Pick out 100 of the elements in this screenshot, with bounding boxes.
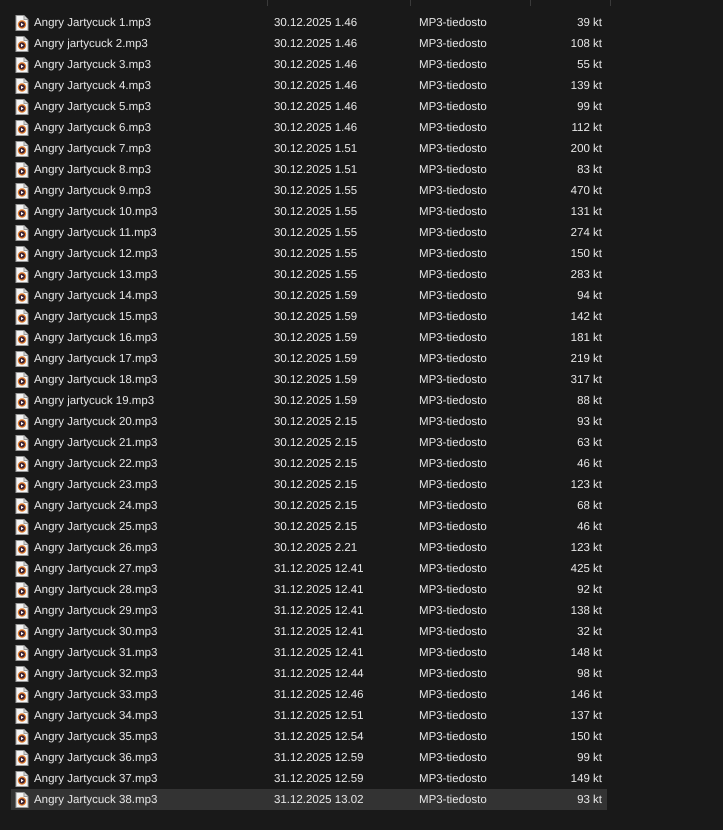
file-row[interactable]: Angry Jartycuck 36.mp3 31.12.2025 12.59 MP3-tiedosto 99 kt (11, 747, 607, 768)
file-row[interactable]: Angry Jartycuck 16.mp3 30.12.2025 1.59 MP3-tiedosto 181 kt (11, 327, 607, 348)
file-size: 93 kt (576, 416, 603, 428)
file-row[interactable]: Angry Jartycuck 25.mp3 30.12.2025 2.15 MP3-tiedosto 46 kt (11, 516, 607, 537)
file-type: MP3-tiedosto (418, 416, 488, 428)
audio-file-icon (15, 708, 29, 724)
file-row[interactable]: Angry Jartycuck 30.mp3 31.12.2025 12.41 MP3-tiedosto 32 kt (11, 621, 607, 642)
file-row[interactable]: Angry Jartycuck 32.mp3 31.12.2025 12.44 MP3-tiedosto 98 kt (11, 663, 607, 684)
modified-date: 30.12.2025 1.59 (273, 290, 358, 302)
modified-date: 30.12.2025 2.15 (273, 458, 358, 470)
file-type: MP3-tiedosto (418, 268, 488, 280)
file-row[interactable]: Angry Jartycuck 28.mp3 31.12.2025 12.41 MP3-tiedosto 92 kt (11, 579, 607, 600)
file-row[interactable]: Angry Jartycuck 1.mp3 30.12.2025 1.46 MP3-tiedosto 39 kt (11, 12, 607, 33)
file-type: MP3-tiedosto (418, 100, 488, 112)
file-size: 99 kt (576, 100, 603, 112)
file-row[interactable]: Angry Jartycuck 21.mp3 30.12.2025 2.15 MP3-tiedosto 63 kt (11, 432, 607, 453)
file-name: Angry Jartycuck 29.mp3 (34, 604, 158, 616)
file-row[interactable]: Angry Jartycuck 20.mp3 30.12.2025 2.15 MP3-tiedosto 93 kt (11, 411, 607, 432)
file-row[interactable]: Angry Jartycuck 12.mp3 30.12.2025 1.55 MP3-tiedosto 150 kt (11, 243, 607, 264)
file-type: MP3-tiedosto (418, 458, 488, 470)
file-row[interactable]: Angry Jartycuck 24.mp3 30.12.2025 2.15 MP3-tiedosto 68 kt (11, 495, 607, 516)
file-name: Angry Jartycuck 12.mp3 (34, 248, 158, 260)
file-type: MP3-tiedosto (418, 122, 488, 134)
file-size: 150 kt (570, 730, 603, 742)
modified-date: 31.12.2025 12.41 (273, 584, 365, 596)
file-name: Angry Jartycuck 33.mp3 (34, 688, 158, 700)
audio-file-icon (15, 78, 29, 94)
file-row[interactable]: Angry Jartycuck 37.mp3 31.12.2025 12.59 MP3-tiedosto 149 kt (11, 768, 607, 789)
file-name: Angry jartycuck 2.mp3 (34, 38, 148, 50)
audio-file-icon (15, 392, 29, 408)
file-type: MP3-tiedosto (418, 646, 488, 658)
file-row[interactable]: Angry Jartycuck 35.mp3 31.12.2025 12.54 MP3-tiedosto 150 kt (11, 726, 607, 747)
file-type: MP3-tiedosto (418, 478, 488, 490)
file-row[interactable]: Angry Jartycuck 6.mp3 30.12.2025 1.46 MP3-tiedosto 112 kt (11, 117, 607, 138)
audio-file-icon (15, 518, 29, 534)
modified-date: 30.12.2025 1.46 (273, 58, 358, 70)
file-name: Angry Jartycuck 18.mp3 (34, 374, 158, 386)
file-row[interactable]: Angry Jartycuck 14.mp3 30.12.2025 1.59 MP3-tiedosto 94 kt (11, 285, 607, 306)
file-type: MP3-tiedosto (418, 688, 488, 700)
file-row[interactable]: Angry Jartycuck 38.mp3 31.12.2025 13.02 MP3-tiedosto 93 kt (11, 789, 607, 810)
file-row[interactable]: Angry jartycuck 19.mp3 30.12.2025 1.59 MP3-tiedosto 88 kt (11, 390, 607, 411)
file-row[interactable]: Angry Jartycuck 18.mp3 30.12.2025 1.59 MP3-tiedosto 317 kt (11, 369, 607, 390)
file-row[interactable]: Angry Jartycuck 4.mp3 30.12.2025 1.46 MP3-tiedosto 139 kt (11, 75, 607, 96)
file-row[interactable]: Angry Jartycuck 5.mp3 30.12.2025 1.46 MP3-tiedosto 99 kt (11, 96, 607, 117)
file-name: Angry Jartycuck 13.mp3 (34, 268, 158, 280)
file-row[interactable]: Angry Jartycuck 11.mp3 30.12.2025 1.55 MP3-tiedosto 274 kt (11, 222, 607, 243)
file-row[interactable]: Angry Jartycuck 34.mp3 31.12.2025 12.51 MP3-tiedosto 137 kt (11, 705, 607, 726)
file-size: 63 kt (576, 436, 603, 448)
file-name: Angry Jartycuck 21.mp3 (34, 436, 158, 448)
file-row[interactable]: Angry Jartycuck 9.mp3 30.12.2025 1.55 MP3-tiedosto 470 kt (11, 180, 607, 201)
file-size: 83 kt (576, 164, 603, 176)
file-size: 32 kt (576, 626, 603, 638)
modified-date: 30.12.2025 1.55 (273, 248, 358, 260)
modified-date: 31.12.2025 12.44 (273, 668, 365, 680)
file-name: Angry Jartycuck 36.mp3 (34, 752, 158, 764)
modified-date: 31.12.2025 12.59 (273, 772, 365, 784)
file-type: MP3-tiedosto (418, 520, 488, 532)
modified-date: 30.12.2025 1.59 (273, 332, 358, 344)
audio-file-icon (15, 182, 29, 198)
file-row[interactable]: Angry Jartycuck 8.mp3 30.12.2025 1.51 MP3-tiedosto 83 kt (11, 159, 607, 180)
file-name: Angry Jartycuck 7.mp3 (34, 142, 151, 154)
file-name: Angry Jartycuck 31.mp3 (34, 646, 158, 658)
file-name: Angry Jartycuck 25.mp3 (34, 520, 158, 532)
file-size: 112 kt (570, 122, 603, 134)
file-row[interactable]: Angry Jartycuck 17.mp3 30.12.2025 1.59 MP3-tiedosto 219 kt (11, 348, 607, 369)
file-size: 94 kt (576, 290, 603, 302)
audio-file-icon (15, 308, 29, 324)
file-row[interactable]: Angry Jartycuck 31.mp3 31.12.2025 12.41 MP3-tiedosto 148 kt (11, 642, 607, 663)
file-row[interactable]: Angry jartycuck 2.mp3 30.12.2025 1.46 MP3-tiedosto 108 kt (11, 33, 607, 54)
audio-file-icon (15, 204, 29, 220)
file-name: Angry Jartycuck 16.mp3 (34, 332, 158, 344)
file-size: 92 kt (576, 584, 603, 596)
file-row[interactable]: Angry Jartycuck 3.mp3 30.12.2025 1.46 MP3-tiedosto 55 kt (11, 54, 607, 75)
file-size: 88 kt (576, 394, 603, 406)
file-row[interactable]: Angry Jartycuck 15.mp3 30.12.2025 1.59 MP3-tiedosto 142 kt (11, 306, 607, 327)
file-row[interactable]: Angry Jartycuck 33.mp3 31.12.2025 12.46 MP3-tiedosto 146 kt (11, 684, 607, 705)
file-name: Angry Jartycuck 5.mp3 (34, 100, 151, 112)
file-name: Angry Jartycuck 32.mp3 (34, 668, 158, 680)
file-row[interactable]: Angry Jartycuck 29.mp3 31.12.2025 12.41 MP3-tiedosto 138 kt (11, 600, 607, 621)
file-row[interactable]: Angry Jartycuck 13.mp3 30.12.2025 1.55 MP3-tiedosto 283 kt (11, 264, 607, 285)
file-type: MP3-tiedosto (418, 394, 488, 406)
file-row[interactable]: Angry Jartycuck 22.mp3 30.12.2025 2.15 MP3-tiedosto 46 kt (11, 453, 607, 474)
file-size: 39 kt (576, 16, 603, 28)
file-row[interactable]: Angry Jartycuck 27.mp3 31.12.2025 12.41 MP3-tiedosto 425 kt (11, 558, 607, 579)
file-name: Angry Jartycuck 28.mp3 (34, 584, 158, 596)
audio-file-icon (15, 456, 29, 472)
file-row[interactable]: Angry Jartycuck 26.mp3 30.12.2025 2.21 MP3-tiedosto 123 kt (11, 537, 607, 558)
file-type: MP3-tiedosto (418, 142, 488, 154)
audio-file-icon (15, 162, 29, 178)
file-size: 148 kt (570, 646, 603, 658)
file-row[interactable]: Angry Jartycuck 10.mp3 30.12.2025 1.55 MP3-tiedosto 131 kt (11, 201, 607, 222)
file-size: 219 kt (570, 352, 603, 364)
modified-date: 30.12.2025 2.21 (273, 542, 358, 554)
file-type: MP3-tiedosto (418, 604, 488, 616)
file-size: 123 kt (570, 542, 603, 554)
file-row[interactable]: Angry Jartycuck 7.mp3 30.12.2025 1.51 MP3-tiedosto 200 kt (11, 138, 607, 159)
file-name: Angry Jartycuck 27.mp3 (34, 562, 158, 574)
file-row[interactable]: Angry Jartycuck 23.mp3 30.12.2025 2.15 MP3-tiedosto 123 kt (11, 474, 607, 495)
file-name: Angry Jartycuck 8.mp3 (34, 164, 151, 176)
file-type: MP3-tiedosto (418, 436, 488, 448)
